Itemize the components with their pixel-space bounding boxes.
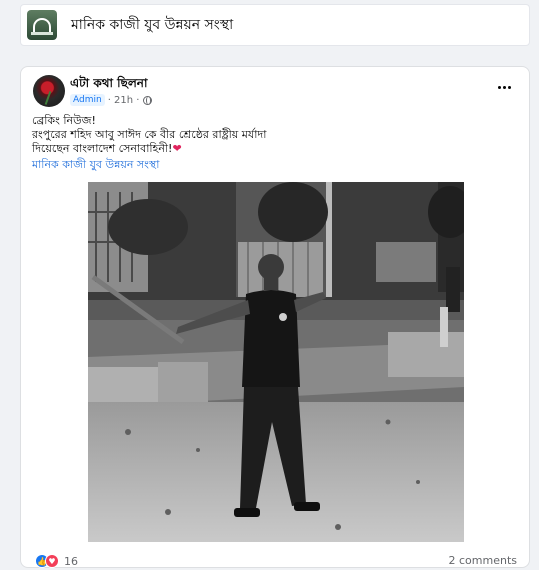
group-link[interactable]: মানিক কাজী যুব উন্নয়ন সংস্থা xyxy=(32,156,159,175)
reactions-summary[interactable]: 👍 ♥ 16 xyxy=(35,554,78,568)
post-text-line: দিয়েছেন বাংলাদেশ সেনাবাহিনী!❤ xyxy=(32,142,182,155)
globe-icon xyxy=(143,95,153,105)
post-photo[interactable] xyxy=(88,182,464,542)
post-author[interactable]: এটা কথা ছিলনা xyxy=(70,75,147,95)
post-text-line: ব্রেকিং নিউজ! xyxy=(32,114,96,127)
post-text-line: রংপুরের শহিদ আবু সাঈদ কে বীর শ্রেষ্ঠের র… xyxy=(32,128,267,141)
avatar[interactable] xyxy=(33,75,65,107)
post-time[interactable]: · 21h · xyxy=(108,95,140,106)
group-name[interactable]: মানিক কাজী যুব উন্নয়ন সংস্থা xyxy=(71,13,233,37)
post-text: ব্রেকিং নিউজ! রংপুরের শহিদ আবু সাঈদ কে ব… xyxy=(32,114,512,156)
more-options-icon xyxy=(497,85,501,89)
more-options-button[interactable] xyxy=(493,79,515,95)
admin-badge: Admin xyxy=(70,94,105,106)
comments-count-link[interactable]: 2 comments xyxy=(449,554,518,567)
post-meta: Admin · 21h · xyxy=(70,94,153,106)
reaction-count: 16 xyxy=(64,554,78,568)
post-card: এটা কথা ছিলনা Admin · 21h · ব্রেকিং নিউজ… xyxy=(20,66,530,568)
heart-emoji: ❤ xyxy=(172,142,182,155)
group-header[interactable]: মানিক কাজী যুব উন্নয়ন সংস্থা xyxy=(20,4,530,46)
group-photo-icon[interactable] xyxy=(27,10,57,40)
love-icon: ♥ xyxy=(45,554,59,568)
